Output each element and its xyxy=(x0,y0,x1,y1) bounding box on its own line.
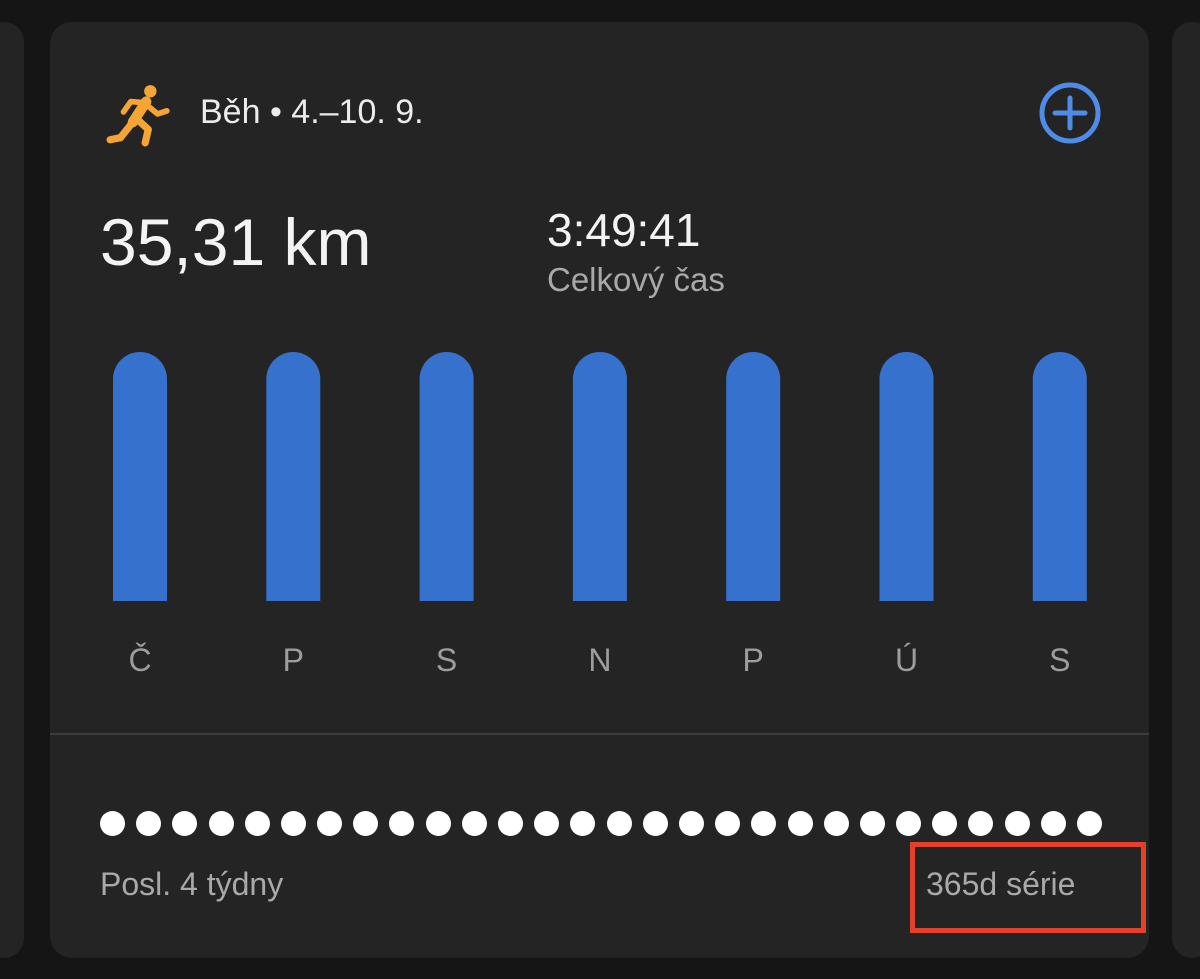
streak-day-dot xyxy=(1004,811,1030,836)
streak-day-dot xyxy=(461,811,487,836)
day-label: P xyxy=(742,642,764,678)
streak-day-dot xyxy=(1077,811,1102,836)
chart-bar xyxy=(266,352,321,601)
streak-day-dot xyxy=(172,811,198,836)
chart-bar xyxy=(726,352,781,601)
screen: Běh • 4.–10. 9. 35,31 km 3:49:41 Celkový… xyxy=(0,0,1200,979)
streak-day-dot xyxy=(787,811,813,836)
chart-bar xyxy=(572,352,627,601)
streak-highlight-box xyxy=(910,842,1146,933)
streak-day-dot xyxy=(498,811,524,836)
day-label: S xyxy=(435,642,458,678)
streak-day-dot xyxy=(425,811,451,836)
streak-day-dot xyxy=(678,811,704,836)
streak-day-dot xyxy=(280,811,306,836)
next-card[interactable] xyxy=(1172,22,1200,958)
streak-day-dot xyxy=(534,811,560,836)
streak-day-dot xyxy=(570,811,596,836)
running-summary-card[interactable]: Běh • 4.–10. 9. 35,31 km 3:49:41 Celkový… xyxy=(50,22,1149,958)
day-label: Č xyxy=(128,642,152,678)
chart-bar xyxy=(1032,351,1087,601)
daily-activity-bar-chart xyxy=(113,351,1087,601)
streak-day-dot xyxy=(317,811,343,836)
day-label: Ú xyxy=(894,642,919,678)
streak-day-dot xyxy=(715,811,741,836)
chart-bar xyxy=(419,352,474,601)
streak-day-dot xyxy=(932,811,958,836)
streak-day-dot xyxy=(968,811,994,836)
chart-bar xyxy=(879,352,934,601)
streak-day-dot xyxy=(859,811,885,836)
streak-dots xyxy=(100,811,1102,837)
streak-day-dot xyxy=(353,811,379,836)
streak-day-dot xyxy=(244,811,270,836)
streak-day-dot xyxy=(389,811,415,836)
streak-day-dot xyxy=(606,811,632,836)
streak-day-dot xyxy=(823,811,849,836)
day-label: P xyxy=(282,642,304,678)
chart-bar xyxy=(113,352,167,601)
period-label: Posl. 4 týdny xyxy=(100,866,284,902)
streak-day-dot xyxy=(208,811,234,836)
day-label: N xyxy=(588,642,612,678)
divider xyxy=(50,733,1149,735)
previous-card[interactable] xyxy=(0,22,24,958)
streak-day-dot xyxy=(136,811,162,836)
streak-day-dot xyxy=(751,811,777,836)
streak-day-dot xyxy=(100,811,125,836)
streak-day-dot xyxy=(1040,811,1066,836)
streak-day-dot xyxy=(642,811,668,836)
streak-day-dot xyxy=(896,811,922,836)
day-label: S xyxy=(1049,642,1071,678)
